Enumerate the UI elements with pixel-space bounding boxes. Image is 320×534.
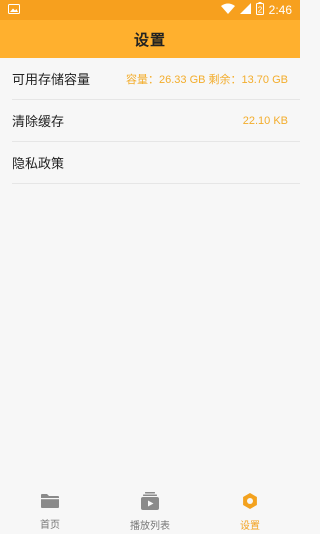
settings-item-storage[interactable]: 可用存储容量 容量：26.33 GB 剩余：13.70 GB <box>12 58 300 100</box>
bottom-tab-bar: 首页 播放列表 设置 <box>0 490 300 534</box>
settings-list: 可用存储容量 容量：26.33 GB 剩余：13.70 GB 清除缓存 22.1… <box>0 58 300 184</box>
settings-item-privacy-policy[interactable]: 隐私政策 <box>12 142 300 184</box>
tab-label: 首页 <box>40 520 60 531</box>
wifi-icon <box>220 3 235 17</box>
cache-size-value: 22.10 KB <box>242 114 288 127</box>
settings-item-clear-cache[interactable]: 清除缓存 22.10 KB <box>12 100 300 142</box>
settings-item-label: 隐私政策 <box>12 157 65 172</box>
tab-settings[interactable]: 设置 <box>200 490 300 534</box>
folder-icon <box>40 493 60 513</box>
settings-icon <box>241 492 259 514</box>
settings-item-label: 清除缓存 <box>12 115 65 130</box>
signal-icon <box>239 3 251 17</box>
page-title: 设置 <box>133 30 166 49</box>
tab-label: 设置 <box>240 521 260 532</box>
status-bar: 2 2:46 <box>0 0 300 20</box>
settings-item-label: 可用存储容量 <box>12 73 91 88</box>
storage-capacity-value: 容量：26.33 GB 剩余：13.70 GB <box>125 73 288 86</box>
tab-label: 播放列表 <box>130 521 170 532</box>
app-bar: 设置 <box>0 20 300 58</box>
playlist-icon <box>140 492 160 514</box>
tab-home[interactable]: 首页 <box>0 490 100 534</box>
tab-playlist[interactable]: 播放列表 <box>100 490 200 534</box>
status-time: 2:46 <box>268 3 292 17</box>
battery-icon: 2 <box>255 2 264 18</box>
gallery-notification-icon <box>8 3 20 17</box>
battery-level-text: 2 <box>257 6 262 15</box>
